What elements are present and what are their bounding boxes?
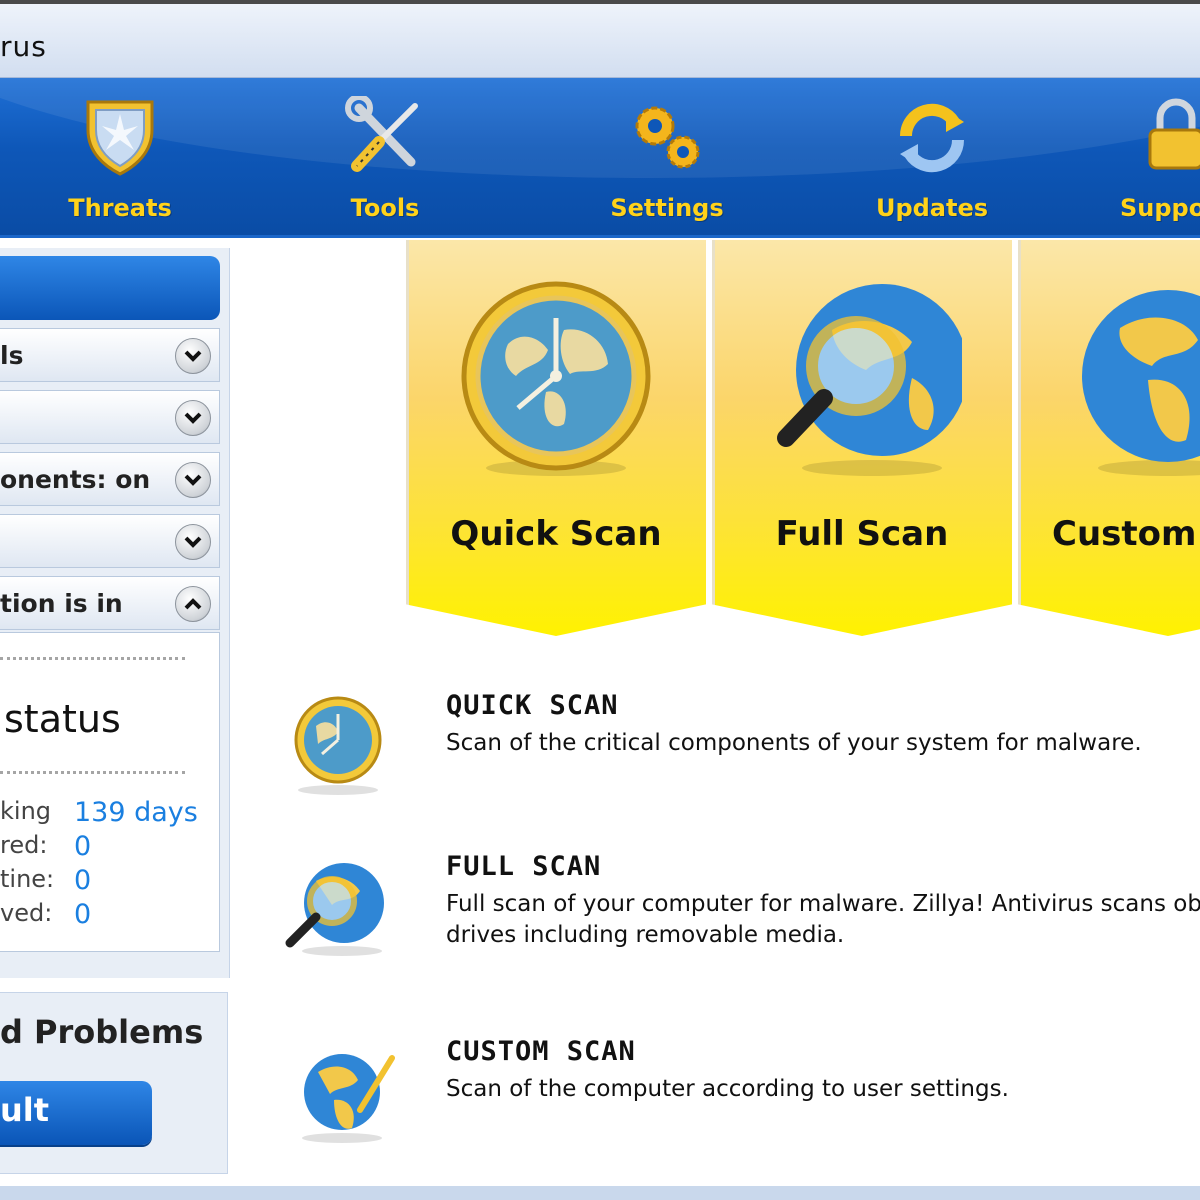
stat-value: 0 xyxy=(74,899,92,930)
quick-scan-card[interactable]: Quick Scan xyxy=(406,240,706,636)
stat-value: 139 days xyxy=(74,797,198,828)
toolbar-updates-button[interactable]: Updates xyxy=(832,92,1032,232)
app-window: rus Threats Tools Settings Updates Suppo… xyxy=(0,0,1200,1200)
gears-icon xyxy=(635,106,700,169)
stat-row: ved: 0 xyxy=(0,899,210,933)
toolbar-tools-button[interactable]: Tools xyxy=(285,92,485,232)
description-line: Scan of the critical components of your … xyxy=(446,730,1142,756)
magnifier-globe-icon xyxy=(285,863,384,956)
chevron-up-icon[interactable] xyxy=(175,586,211,622)
description-title: FULL SCAN xyxy=(446,851,602,882)
custom-scan-description: CUSTOM SCAN Scan of the computer accordi… xyxy=(276,1036,1200,1176)
accordion-row-1[interactable]: ls xyxy=(0,328,220,382)
stat-row: red: 0 xyxy=(0,831,210,865)
clock-globe-icon xyxy=(461,281,651,476)
stat-label: red: xyxy=(0,831,48,859)
quick-scan-description: QUICK SCAN Scan of the critical componen… xyxy=(276,690,1200,830)
custom-scan-card[interactable]: Custom xyxy=(1018,240,1200,636)
full-scan-description: FULL SCAN Full scan of your computer for… xyxy=(276,851,1200,991)
pen-globe-icon xyxy=(1082,290,1200,476)
window-title: rus xyxy=(0,30,47,63)
dotted-divider xyxy=(0,657,185,660)
accordion-row-5[interactable]: tion is in xyxy=(0,576,220,630)
status-panel: status king 139 days red: 0 tine: 0 ved:… xyxy=(0,632,220,952)
accordion-row-label: ls xyxy=(0,341,24,370)
panel-header xyxy=(0,256,220,320)
quick-scan-label: Quick Scan xyxy=(450,514,662,554)
chevron-down-icon[interactable] xyxy=(175,462,211,498)
toolbar-settings-label: Settings xyxy=(610,194,724,222)
accordion-row-label: tion is in xyxy=(0,589,123,618)
problems-title: d Problems xyxy=(0,1013,204,1051)
description-line: drives including removable media. xyxy=(446,922,845,948)
title-bar[interactable]: rus xyxy=(0,0,1200,78)
toolbar-updates-label: Updates xyxy=(875,194,989,222)
result-button[interactable]: ult xyxy=(0,1081,152,1145)
custom-scan-label: Custom xyxy=(1052,514,1197,554)
refresh-icon xyxy=(899,103,965,173)
description-line: Scan of the computer according to user s… xyxy=(446,1076,1009,1102)
chevron-down-icon[interactable] xyxy=(175,338,211,374)
accordion-row-label: onents: on xyxy=(0,465,151,494)
description-text: Scan of the computer according to user s… xyxy=(446,1074,1200,1105)
left-panel: ls onents: on tion is in status king 139… xyxy=(0,248,230,978)
wrench-screwdriver-icon xyxy=(345,96,418,172)
shield-icon xyxy=(86,100,154,176)
accordion-row-4[interactable] xyxy=(0,514,220,568)
toolbar-threats-label: Threats xyxy=(68,194,172,222)
stat-value: 0 xyxy=(74,831,92,862)
stat-label: king xyxy=(0,797,52,825)
description-text: Scan of the critical components of your … xyxy=(446,728,1200,759)
full-scan-label: Full Scan xyxy=(775,514,949,554)
description-text: Full scan of your computer for malware. … xyxy=(446,889,1200,951)
stat-row: tine: 0 xyxy=(0,865,210,899)
status-title: status xyxy=(4,697,121,741)
accordion-row-2[interactable] xyxy=(0,390,220,444)
toolbar-settings-button[interactable]: Settings xyxy=(567,92,767,232)
stat-label: tine: xyxy=(0,865,55,893)
chevron-down-icon[interactable] xyxy=(175,524,211,560)
magnifier-globe-icon xyxy=(777,284,962,476)
accordion-row-3[interactable]: onents: on xyxy=(0,452,220,506)
status-bar xyxy=(0,1186,1200,1200)
main-toolbar: Threats Tools Settings Updates Suppo xyxy=(0,78,1200,238)
stat-value: 0 xyxy=(74,865,92,896)
toolbar-tools-label: Tools xyxy=(350,194,420,222)
pen-globe-icon xyxy=(302,1054,395,1143)
toolbar-support-button[interactable]: Suppo xyxy=(1080,92,1200,232)
lock-icon xyxy=(1148,98,1200,170)
stat-label: ved: xyxy=(0,899,53,927)
problems-panel: d Problems ult xyxy=(0,992,228,1174)
clock-globe-icon xyxy=(294,696,382,795)
description-title: QUICK SCAN xyxy=(446,690,619,721)
toolbar-threats-button[interactable]: Threats xyxy=(20,92,220,232)
description-line: Full scan of your computer for malware. … xyxy=(446,891,1200,917)
dotted-divider xyxy=(0,771,185,774)
description-title: CUSTOM SCAN xyxy=(446,1036,636,1067)
stat-row: king 139 days xyxy=(0,797,210,831)
chevron-down-icon[interactable] xyxy=(175,400,211,436)
result-button-label: ult xyxy=(0,1091,50,1129)
toolbar-support-label: Suppo xyxy=(1120,194,1200,222)
full-scan-card[interactable]: Full Scan xyxy=(712,240,1012,636)
